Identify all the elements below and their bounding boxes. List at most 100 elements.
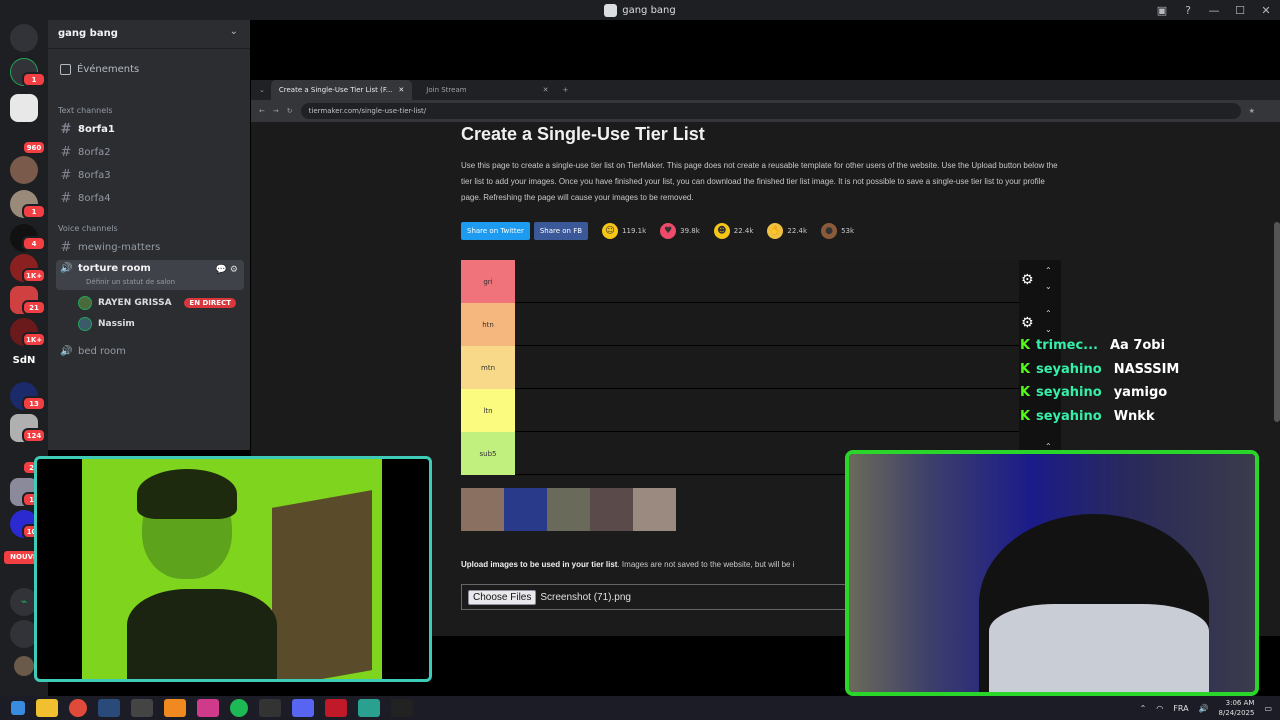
gear-icon[interactable]: ⚙	[1021, 315, 1034, 331]
upload-bold-text: Upload images to be used in your tier li…	[461, 560, 618, 569]
server-icon[interactable]	[10, 156, 38, 184]
file-input[interactable]: Choose Files Screenshot (71).png	[461, 584, 851, 610]
epic-games-icon[interactable]	[391, 699, 413, 717]
tier-row[interactable]: htn	[461, 303, 1019, 346]
language-indicator[interactable]: FRA	[1173, 704, 1188, 713]
close-icon[interactable]: ✕	[543, 86, 549, 94]
channel-8orfa2[interactable]: # 8orfa2	[56, 142, 244, 162]
time: 3:06 AM	[1225, 699, 1255, 707]
app-icon[interactable]	[358, 699, 380, 717]
reaction-grin[interactable]: ☻ 22.4k	[713, 223, 754, 239]
window-title: gang bang	[604, 3, 676, 17]
tier-label[interactable]: mtn	[461, 346, 515, 389]
pool-image[interactable]	[547, 488, 590, 531]
back-icon[interactable]: ←	[259, 107, 265, 115]
server-icon[interactable]	[10, 94, 38, 122]
tier-label[interactable]: ltn	[461, 389, 515, 432]
page-description: Use this page to create a single-use tie…	[461, 161, 1058, 202]
share-fb-button[interactable]: Share on FB	[533, 222, 589, 240]
reload-icon[interactable]: ↻	[287, 107, 293, 115]
close-icon[interactable]: ✕	[398, 86, 404, 94]
bookmark-star-icon[interactable]: ★	[1249, 107, 1255, 115]
chevron-down-icon[interactable]: ⌄	[230, 26, 238, 37]
opera-icon[interactable]	[325, 699, 347, 717]
channel-8orfa3[interactable]: # 8orfa3	[56, 165, 244, 185]
avatar	[78, 317, 92, 331]
system-tray: ⌃ ◠ FRA 🔊 3:06 AM 8/24/2025 ▭	[1140, 696, 1272, 720]
tier-row[interactable]: mtn	[461, 346, 1019, 389]
epic-games-icon[interactable]	[131, 699, 153, 717]
tab-tiermaker[interactable]: Create a Single-Use Tier List (F... ✕	[270, 80, 413, 100]
page-scrollbar[interactable]	[1274, 222, 1280, 422]
reaction-clap[interactable]: ✋ 22.4k	[767, 223, 807, 239]
voice-channel-torture-room[interactable]: 🔊 torture room Définir un statut de salo…	[56, 260, 244, 290]
reaction-laugh[interactable]: ☺ 119.1k	[602, 223, 646, 239]
steam-icon[interactable]	[98, 699, 120, 717]
pool-image[interactable]	[590, 488, 633, 531]
tab-search-icon[interactable]: ⌄	[259, 86, 265, 94]
reaction-count: 22.4k	[733, 227, 754, 235]
maximize-button[interactable]: ☐	[1234, 4, 1246, 17]
server-name[interactable]: gang bang	[58, 28, 118, 39]
chrome-icon[interactable]	[69, 699, 87, 717]
voice-user-nassim[interactable]: Nassim	[78, 315, 244, 333]
share-twitter-button[interactable]: Share on Twitter	[461, 222, 530, 240]
voice-channels-category[interactable]: Voice channels	[58, 224, 118, 233]
tier-label[interactable]: htn	[461, 303, 515, 346]
channel-status[interactable]: Définir un statut de salon	[86, 278, 175, 286]
server-sdn-label[interactable]: SdN	[6, 355, 42, 371]
wifi-icon[interactable]: ◠	[1156, 704, 1163, 713]
reaction-love[interactable]: ♥ 39.8k	[660, 223, 700, 239]
close-button[interactable]: ✕	[1260, 4, 1272, 17]
reaction-poop[interactable]: ● 53k	[821, 223, 854, 239]
channel-sidebar: gang bang ⌄ Événements Text channels # 8…	[48, 20, 250, 450]
notifications-icon[interactable]: ▭	[1264, 704, 1272, 713]
discord-icon[interactable]	[292, 699, 314, 717]
choose-files-button[interactable]: Choose Files	[468, 589, 537, 605]
pool-image[interactable]	[504, 488, 547, 531]
pool-image[interactable]	[461, 488, 504, 531]
chevron-up-icon[interactable]: ⌃	[1140, 704, 1147, 713]
move-up-icon[interactable]: ⌃	[1045, 266, 1052, 275]
app-icon[interactable]	[259, 699, 281, 717]
url-bar: ← → ↻ tiermaker.com/single-use-tier-list…	[251, 100, 1280, 122]
move-down-icon[interactable]: ⌄	[1045, 282, 1052, 291]
voice-channel-bed-room[interactable]: 🔊 bed room	[56, 341, 244, 361]
clock[interactable]: 3:06 AM 8/24/2025	[1219, 698, 1255, 718]
tab-join-stream[interactable]: Join Stream ✕	[418, 80, 556, 100]
channel-mewing-matters[interactable]: # mewing-matters	[56, 237, 244, 257]
tier-label[interactable]: gri	[461, 260, 515, 303]
address-input[interactable]: tiermaker.com/single-use-tier-list/	[300, 103, 1241, 119]
file-explorer-icon[interactable]	[36, 699, 58, 717]
events-link[interactable]: Événements	[60, 64, 139, 75]
forward-icon[interactable]: →	[273, 107, 279, 115]
pool-image[interactable]	[633, 488, 676, 531]
channel-8orfa4[interactable]: # 8orfa4	[56, 188, 244, 208]
voice-user-rayen[interactable]: RAYEN GRISSA EN DIRECT	[78, 294, 244, 312]
instagram-icon[interactable]	[197, 699, 219, 717]
windows-start-icon[interactable]	[11, 701, 25, 715]
webcam-hair	[137, 469, 237, 519]
spotify-icon[interactable]	[230, 699, 248, 717]
window-title-text: gang bang	[622, 4, 676, 16]
server-badge: 1K+	[22, 268, 47, 283]
tier-row[interactable]: gri	[461, 260, 1019, 303]
tab-label: Join Stream	[426, 86, 467, 94]
tier-row[interactable]: ltn	[461, 389, 1019, 432]
user-avatar[interactable]	[14, 656, 34, 676]
volume-icon[interactable]: 🔊	[1199, 704, 1209, 713]
move-up-icon[interactable]: ⌃	[1045, 309, 1052, 318]
chat-icon[interactable]: 💬 ⚙	[216, 265, 238, 275]
chat-message: K seyahino yamigo	[1020, 381, 1220, 405]
minimize-button[interactable]: —	[1208, 4, 1220, 17]
text-channels-category[interactable]: Text channels	[58, 106, 113, 115]
gear-icon[interactable]: ⚙	[1021, 272, 1034, 288]
app-icon[interactable]	[164, 699, 186, 717]
tier-label[interactable]: sub5	[461, 432, 515, 475]
channel-8orfa1[interactable]: # 8orfa1	[56, 119, 244, 139]
discord-home-icon[interactable]	[10, 24, 38, 52]
inbox-icon[interactable]: ▣	[1156, 4, 1168, 17]
new-tab-icon[interactable]: +	[562, 86, 568, 94]
help-icon[interactable]: ?	[1182, 4, 1194, 17]
move-down-icon[interactable]: ⌄	[1045, 325, 1052, 334]
